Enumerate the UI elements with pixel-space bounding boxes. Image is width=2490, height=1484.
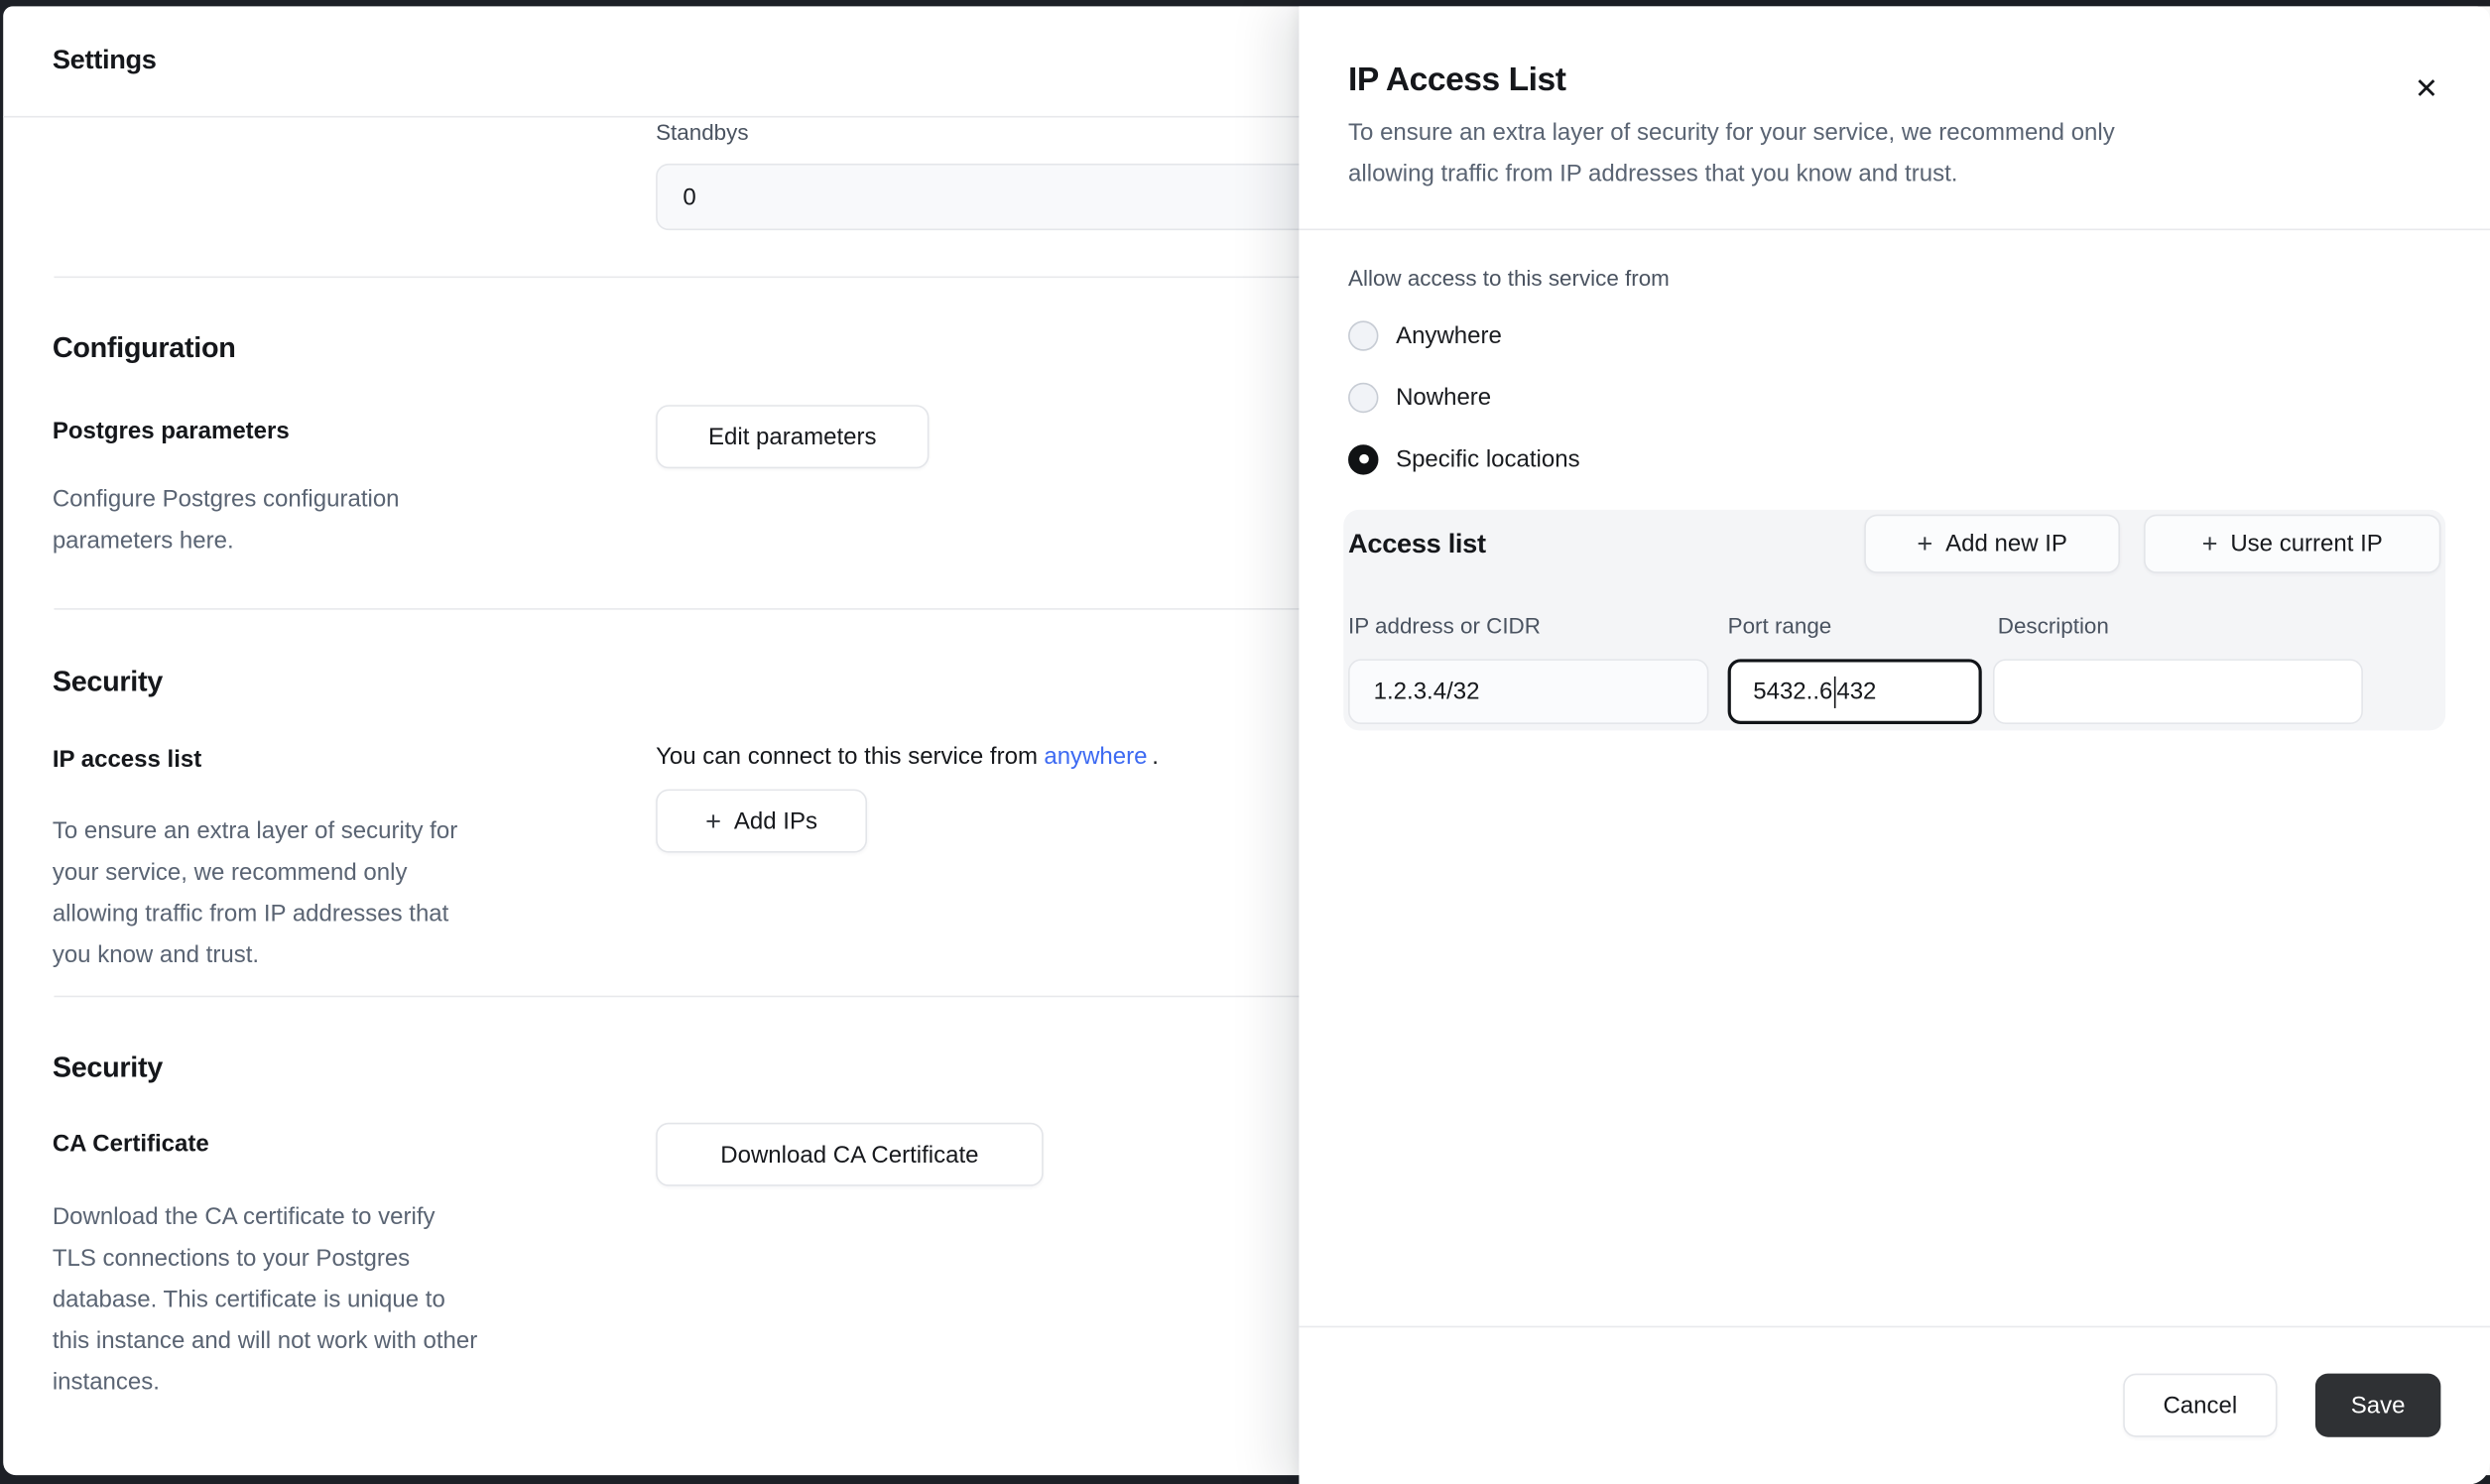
port-range-input[interactable]: 5432..6432: [1728, 659, 1982, 724]
download-ca-label: Download CA Certificate: [720, 1141, 978, 1168]
drawer-subtitle: To ensure an extra layer of security for…: [1348, 113, 2380, 195]
description-input[interactable]: [1993, 659, 2363, 724]
standbys-label: Standbys: [656, 119, 748, 145]
security-ip-description: To ensure an extra layer of security for…: [53, 811, 576, 976]
add-ips-button[interactable]: + Add IPs: [656, 790, 867, 853]
configuration-description: Configure Postgres configuration paramet…: [53, 479, 548, 561]
allow-access-label: Allow access to this service from: [1348, 265, 1670, 291]
column-port-range: Port range: [1728, 613, 1832, 639]
radio-anywhere[interactable]: Anywhere: [1348, 319, 1502, 351]
drawer-title: IP Access List: [1348, 62, 1565, 99]
page-title: Settings: [53, 45, 157, 76]
edit-parameters-label: Edit parameters: [708, 424, 877, 450]
column-description: Description: [1998, 613, 2109, 639]
port-range-value-before-caret: 5432..6: [1753, 679, 1832, 705]
save-button[interactable]: Save: [2315, 1374, 2440, 1437]
connect-prefix: You can connect to this service from: [656, 743, 1038, 770]
use-current-ip-button[interactable]: + Use current IP: [2144, 515, 2440, 573]
radio-nowhere[interactable]: Nowhere: [1348, 381, 1491, 413]
ip-address-value: 1.2.3.4/32: [1374, 679, 1480, 705]
add-ips-label: Add IPs: [734, 807, 817, 834]
edit-parameters-button[interactable]: Edit parameters: [656, 405, 929, 468]
ca-certificate-label: CA Certificate: [53, 1131, 209, 1158]
radio-nowhere-label: Nowhere: [1396, 384, 1491, 411]
security-ip-heading: Security: [53, 666, 163, 699]
configuration-heading: Configuration: [53, 332, 236, 366]
access-list-heading: Access list: [1348, 529, 1486, 560]
cancel-label: Cancel: [2163, 1392, 2237, 1419]
anywhere-link[interactable]: anywhere: [1044, 743, 1147, 770]
ip-access-list-label: IP access list: [53, 746, 201, 773]
text-caret: [1833, 676, 1835, 707]
port-range-value-after-caret: 432: [1836, 679, 1876, 705]
security-ca-heading: Security: [53, 1051, 163, 1085]
standbys-value: 0: [683, 184, 695, 210]
drawer-footer-divider: [1299, 1326, 2490, 1328]
add-new-ip-label: Add new IP: [1945, 531, 2067, 557]
ip-address-input[interactable]: 1.2.3.4/32: [1348, 659, 1708, 724]
radio-circle-icon[interactable]: [1348, 382, 1378, 412]
radio-circle-icon[interactable]: [1348, 320, 1378, 350]
ip-access-list-drawer: IP Access List ✕ To ensure an extra laye…: [1299, 6, 2490, 1484]
radio-selected-icon[interactable]: [1348, 443, 1378, 473]
plus-icon: +: [1917, 531, 1932, 557]
connect-suffix: .: [1152, 743, 1159, 770]
standbys-input[interactable]: 0: [656, 164, 1338, 230]
plus-icon: +: [705, 807, 721, 834]
add-new-ip-button[interactable]: + Add new IP: [1864, 515, 2120, 573]
cancel-button[interactable]: Cancel: [2123, 1374, 2277, 1437]
close-icon[interactable]: ✕: [2405, 66, 2449, 111]
save-label: Save: [2351, 1392, 2406, 1419]
use-current-ip-label: Use current IP: [2230, 531, 2382, 557]
connect-status-text: You can connect to this service fromanyw…: [656, 743, 1159, 770]
access-list-panel: Access list + Add new IP + Use current I…: [1343, 510, 2445, 731]
plus-icon: +: [2202, 531, 2218, 557]
postgres-parameters-label: Postgres parameters: [53, 418, 290, 444]
security-ca-description: Download the CA certificate to verify TL…: [53, 1197, 600, 1404]
radio-anywhere-label: Anywhere: [1396, 321, 1502, 348]
radio-specific-locations[interactable]: Specific locations: [1348, 443, 1580, 475]
app-window: Settings Standbys 0 Configuration Postgr…: [0, 0, 2490, 1484]
radio-specific-locations-label: Specific locations: [1396, 445, 1580, 472]
column-ip-address: IP address or CIDR: [1348, 613, 1541, 639]
drawer-header-divider: [1299, 229, 2490, 231]
download-ca-certificate-button[interactable]: Download CA Certificate: [656, 1123, 1044, 1186]
